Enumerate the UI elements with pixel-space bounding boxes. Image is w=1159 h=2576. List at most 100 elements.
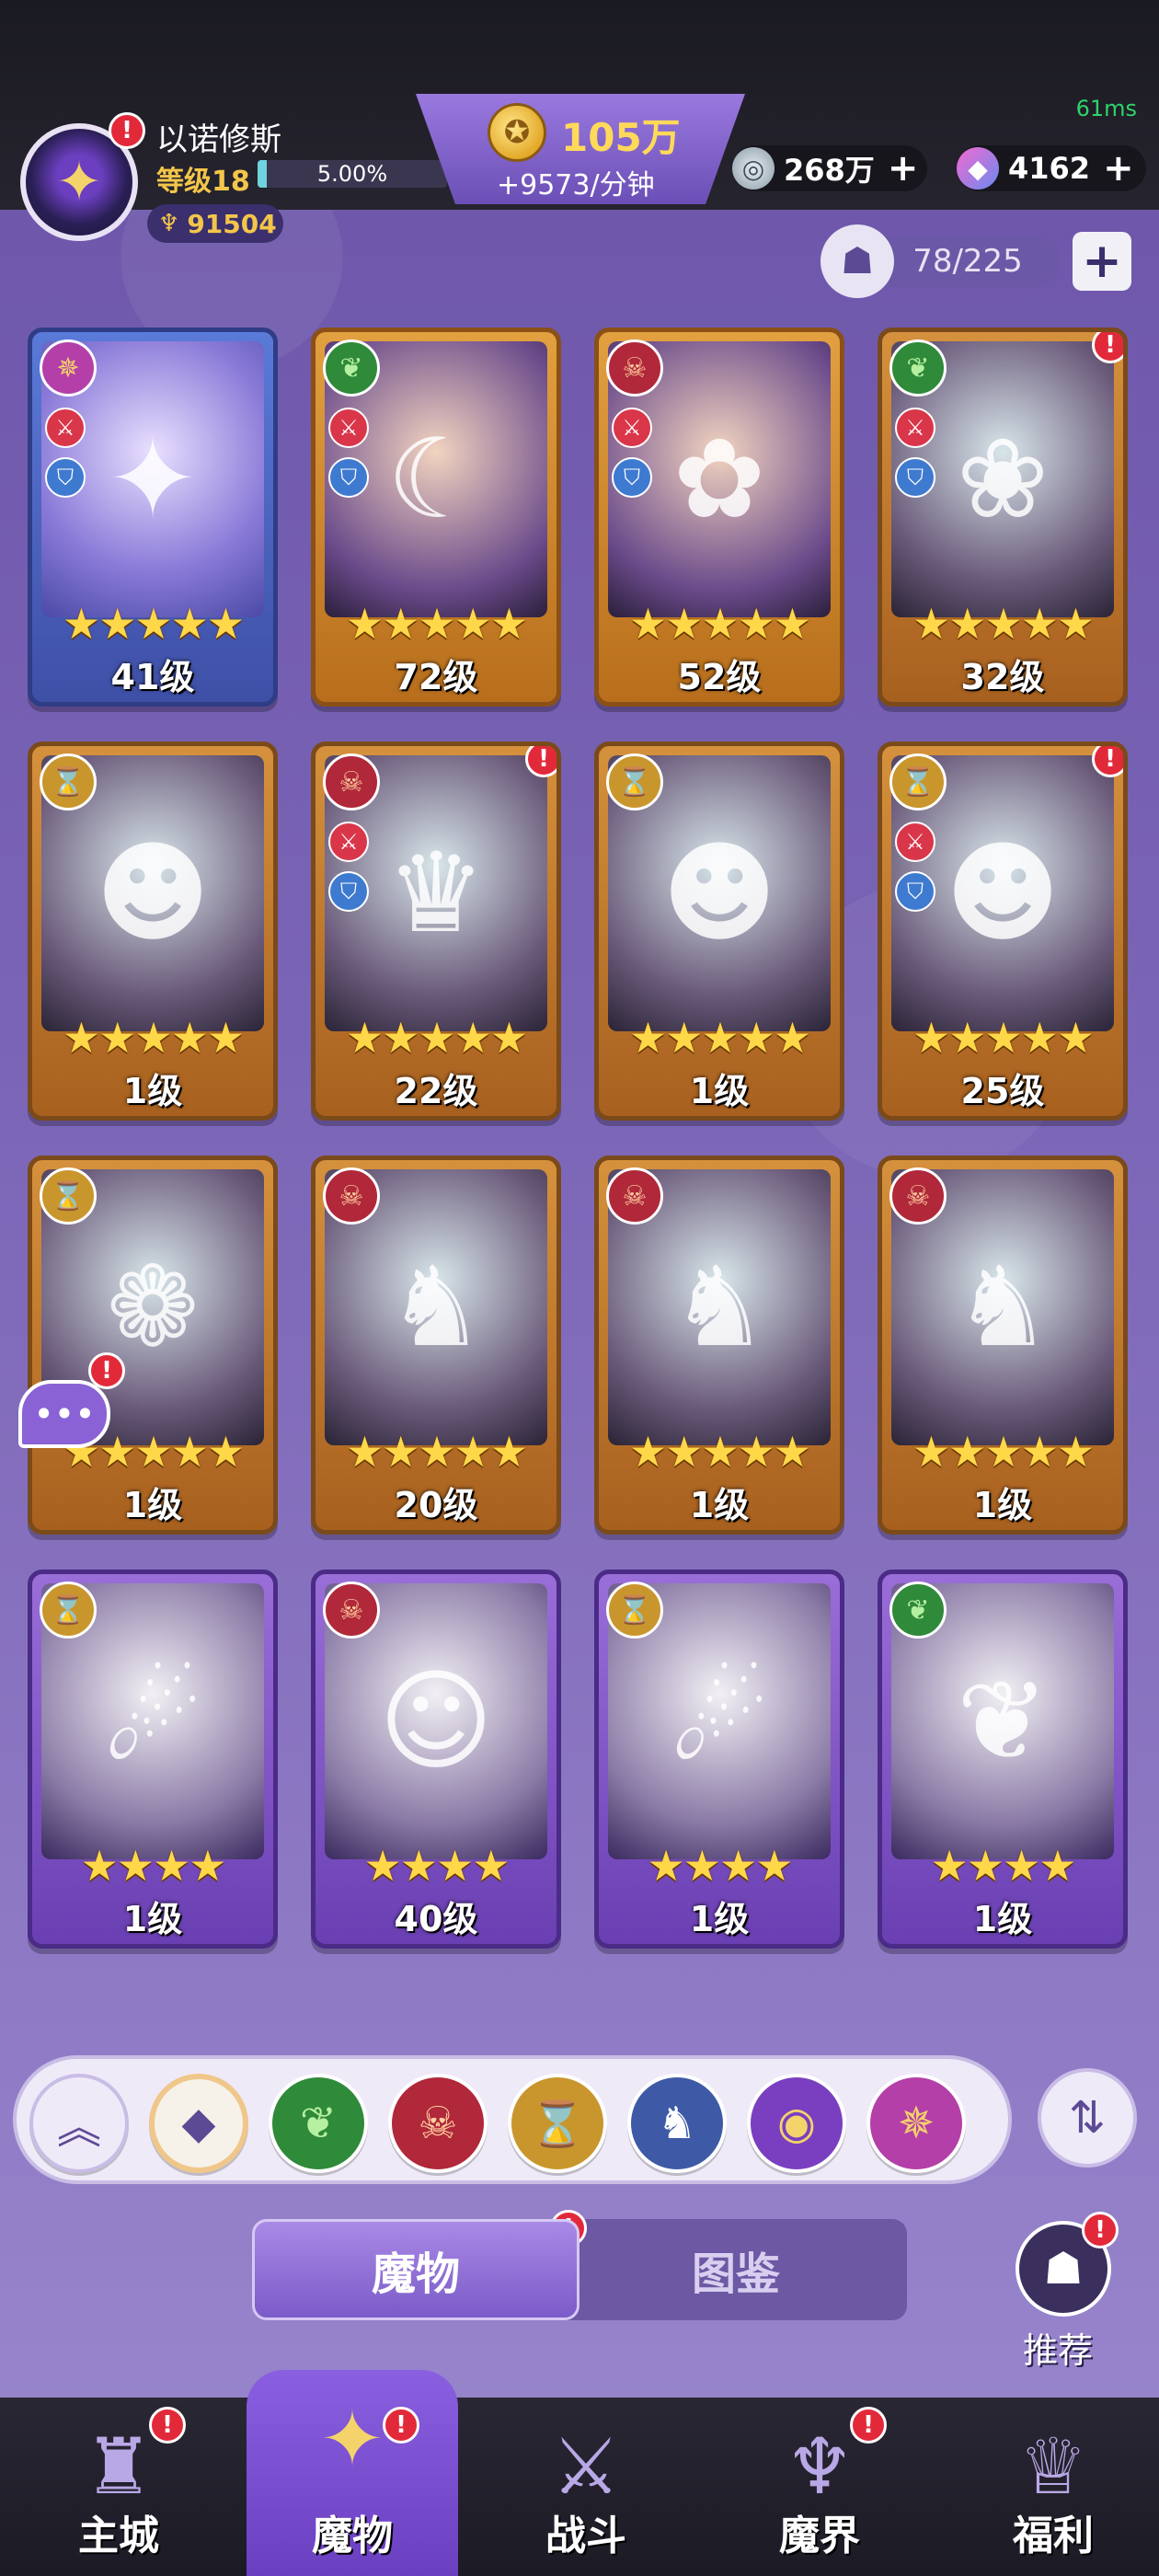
demon-faction-icon: ☠ <box>606 339 663 397</box>
star-rating: ★★★★★ <box>628 1013 811 1063</box>
monster-card[interactable]: ♞ ☠ ★★★★★ 1级 <box>878 1156 1128 1535</box>
expand-capacity-button[interactable]: + <box>1073 232 1131 291</box>
team-icon: ☗ <box>1043 2243 1084 2294</box>
gem-icon: ◆ <box>957 147 999 190</box>
monster-card[interactable]: ♛ ☠ ⚔ ⛉ ★★★★★ 22级! <box>311 742 561 1121</box>
top-hud: 61ms ✦ ! 以诺修斯 等级18 5.00% ♆ 91504 ✪ 105万 … <box>0 0 1159 243</box>
chat-bubble-icon[interactable]: ••• <box>18 1380 110 1448</box>
star-rating: ★★★★★ <box>912 599 1095 649</box>
nav-item-castle[interactable]: ♜ 主城! <box>13 2398 224 2576</box>
monster-level: 40级 <box>394 1899 478 1939</box>
swirl-faction-icon: ✵ <box>897 2098 935 2149</box>
power-trident-icon: ♆ <box>158 210 180 237</box>
monster-card[interactable]: ☄ ⌛ ★★★★ 1级 <box>594 1570 844 1949</box>
gem-amount: 4162 <box>1008 151 1091 186</box>
star-rating: ★★★★★ <box>912 1013 1095 1063</box>
time-faction-icon: ⌛ <box>606 1581 663 1639</box>
demon-faction-icon: ☠ <box>323 1581 380 1639</box>
monster-level: 52级 <box>677 657 762 697</box>
nature-faction-icon: ❦ <box>299 2098 338 2149</box>
defense-shield-icon: ⛉ <box>45 457 86 498</box>
swirl-faction-icon: ✵ <box>40 339 97 397</box>
recommend-alert-icon: ! <box>1082 2212 1119 2248</box>
silver-coin-icon: ◎ <box>732 147 775 190</box>
nav-item-battle-shield[interactable]: ⚔ 战斗 <box>480 2398 692 2576</box>
nav-label: 魔物 <box>312 2513 393 2559</box>
gold-amount: 105万 <box>561 115 681 160</box>
monster-level: 20级 <box>394 1485 478 1525</box>
star-rating: ★★★★ <box>363 1841 511 1891</box>
demon-faction-icon: ☠ <box>323 753 380 811</box>
gem-resource[interactable]: ◆ 4162 + <box>957 145 1146 191</box>
nature-faction-icon: ❦ <box>323 339 380 397</box>
bottom-nav: ♜ 主城! ✦ 魔物! ⚔ 战斗 ♆ 魔界! ♕ 福利 <box>0 2370 1159 2576</box>
attack-sword-icon: ⚔ <box>895 408 935 448</box>
sort-button[interactable]: ⇅ <box>1038 2068 1137 2168</box>
monster-level: 72级 <box>394 657 478 697</box>
monster-card[interactable]: ☻ ⌛ ★★★★★ 1级 <box>28 742 278 1121</box>
eye-faction-filter-button[interactable]: ◉ <box>747 2074 846 2173</box>
monster-card[interactable]: ✿ ☠ ⚔ ⛉ ★★★★★ 52级 <box>594 328 844 707</box>
monster-level: 1级 <box>972 1899 1033 1939</box>
time-faction-icon: ⌛ <box>40 1167 97 1225</box>
time-faction-icon: ⌛ <box>40 1581 97 1639</box>
star-rating: ★★★★★ <box>345 1427 528 1477</box>
demon-faction-icon: ☠ <box>323 1167 380 1225</box>
avatar-emblem-icon: ✦ <box>55 150 103 214</box>
silver-add-button[interactable]: + <box>888 147 919 190</box>
nav-alert-icon: ! <box>149 2407 186 2444</box>
gold-coin-icon: ✪ <box>488 103 546 162</box>
tab-codex[interactable]: 图鉴 <box>565 2219 907 2320</box>
monster-card[interactable]: ☻ ⌛ ★★★★★ 1级 <box>594 742 844 1121</box>
monster-level: 22级 <box>394 1071 478 1111</box>
card-alert-icon: ! <box>1092 332 1123 363</box>
card-alert-icon: ! <box>1092 746 1123 777</box>
dragon-faction-filter-button[interactable]: ♞ <box>627 2074 727 2173</box>
star-rating: ★★★★★ <box>628 599 811 649</box>
monster-card[interactable]: ☄ ⌛ ★★★★ 1级 <box>28 1570 278 1949</box>
nav-alert-icon: ! <box>850 2407 887 2444</box>
time-faction-filter-button[interactable]: ⌛ <box>508 2074 607 2173</box>
star-rating: ★★★★★ <box>62 1013 245 1063</box>
monster-level: 25级 <box>960 1071 1045 1111</box>
monster-level: 1级 <box>972 1485 1033 1525</box>
nav-item-demon-realm[interactable]: ♆ 魔界! <box>714 2398 925 2576</box>
demon-faction-icon: ☠ <box>606 1167 663 1225</box>
monster-card[interactable]: ❀ ❦ ⚔ ⛉ ★★★★★ 32级! <box>878 328 1128 707</box>
collapse-up-filter-button[interactable]: ︽ <box>29 2074 129 2173</box>
silver-amount: 268万 <box>784 153 875 188</box>
swirl-faction-filter-button[interactable]: ✵ <box>866 2074 966 2173</box>
monster-card[interactable]: ♞ ☠ ★★★★★ 1级 <box>594 1156 844 1535</box>
monster-card[interactable]: ☻ ⌛ ⚔ ⛉ ★★★★★ 25级! <box>878 742 1128 1121</box>
collapse-up-icon: ︽ <box>56 2102 101 2154</box>
eye-faction-icon: ◉ <box>777 2098 816 2149</box>
defense-shield-icon: ⛉ <box>328 871 369 912</box>
nature-faction-filter-button[interactable]: ❦ <box>269 2074 368 2173</box>
defense-shield-icon: ⛉ <box>895 457 935 498</box>
monster-card[interactable]: ☾ ❦ ⚔ ⛉ ★★★★★ 72级 <box>311 328 561 707</box>
silver-resource[interactable]: ◎ 268万 + <box>732 145 927 191</box>
star-rating: ★★★★★ <box>345 1013 528 1063</box>
avatar-alert-icon: ! <box>109 112 145 149</box>
tab-monsters[interactable]: 魔物 <box>252 2219 580 2320</box>
monster-level: 1级 <box>122 1899 183 1939</box>
faction-filter-bar: ︽ ◆ ❦ ☠ ⌛ ♞ ◉ ✵ <box>13 2055 1012 2184</box>
nav-item-monster-flame[interactable]: ✦ 魔物! <box>247 2370 458 2576</box>
monster-level: 32级 <box>960 657 1045 697</box>
card-alert-icon: ! <box>525 746 557 777</box>
gem-add-button[interactable]: + <box>1103 147 1134 190</box>
attack-sword-icon: ⚔ <box>45 408 86 448</box>
demon-faction-filter-button[interactable]: ☠ <box>388 2074 488 2173</box>
nav-label: 主城 <box>78 2513 159 2559</box>
monster-level: 1级 <box>122 1071 183 1111</box>
monster-card[interactable]: ❁ ⌛ ★★★★★ 1级 <box>28 1156 278 1535</box>
nav-label: 战斗 <box>545 2513 626 2559</box>
monster-card[interactable]: ✦ ✵ ⚔ ⛉ ★★★★★ 41级 <box>28 328 278 707</box>
demon-faction-icon: ☠ <box>418 2098 458 2149</box>
star-rating: ★★★★ <box>930 1841 1077 1891</box>
nav-item-welfare-chest[interactable]: ♕ 福利 <box>947 2398 1159 2576</box>
monster-card[interactable]: ♞ ☠ ★★★★★ 20级 <box>311 1156 561 1535</box>
all-factions-filter-button[interactable]: ◆ <box>149 2074 248 2173</box>
monster-card[interactable]: ☺ ☠ ★★★★ 40级 <box>311 1570 561 1949</box>
monster-card[interactable]: ❦ ❦ ★★★★ 1级 <box>878 1570 1128 1949</box>
